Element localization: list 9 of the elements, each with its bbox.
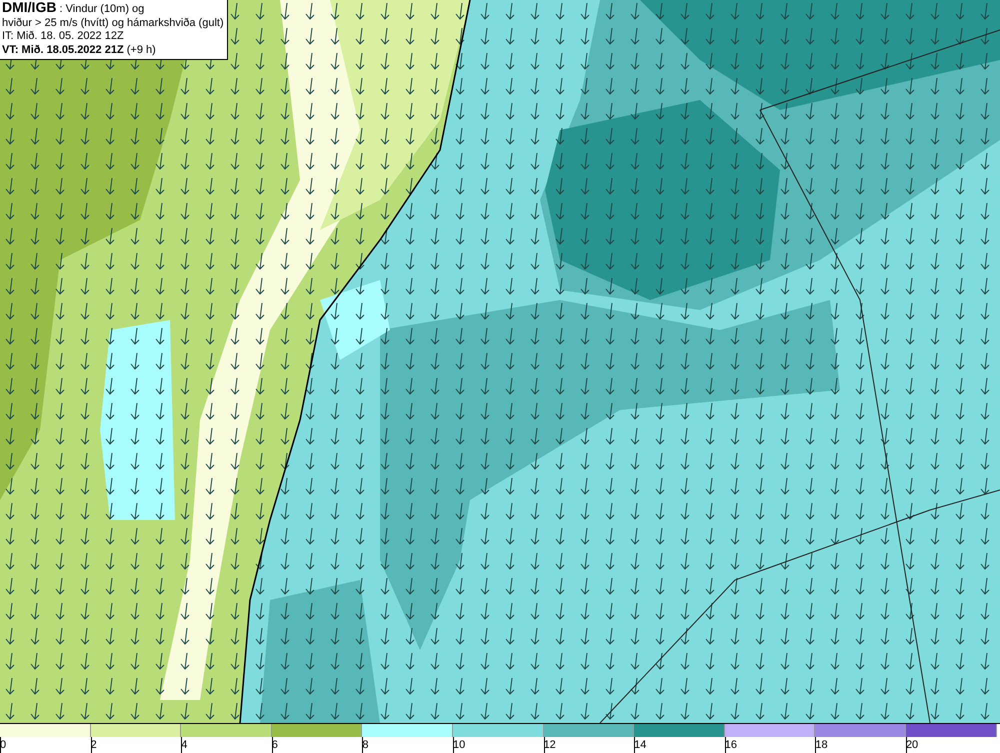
legend-label: 16 [724, 738, 737, 753]
legend-label: 12 [544, 738, 556, 753]
legend-label: 10 [452, 738, 466, 753]
legend-label: 20 [906, 738, 918, 753]
legend-label: 8 [362, 738, 368, 753]
map-caption: DMI/IGB : Vindur (10m) og hviður > 25 m/s (hvítt) og hámarkshviða (gult) IT: Mið. 18. 05. 2022 12Z VT: Mið. 18.05.2022 21Z (+9 h) [0, 0, 228, 60]
legend-label: 18 [815, 738, 828, 753]
legend-label: 4 [181, 738, 188, 753]
legend-label: 14 [634, 738, 646, 753]
